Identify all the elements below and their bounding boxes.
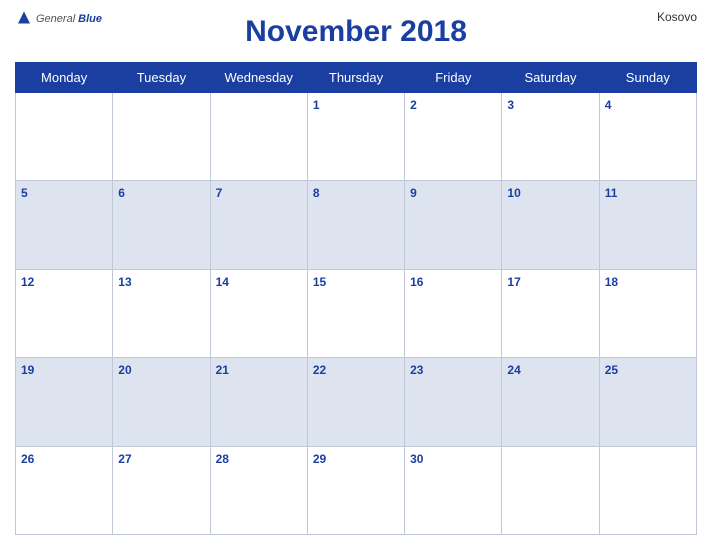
calendar-cell: 17	[502, 269, 599, 357]
logo-area: General Blue	[15, 10, 102, 28]
calendar-cell	[210, 93, 307, 181]
week-row-1: 1 2 3 4	[16, 93, 697, 181]
day-number: 1	[313, 98, 320, 112]
calendar-cell: 20	[113, 358, 210, 446]
week-row-2: 5 6 7 8 9 10 11	[16, 181, 697, 269]
logo-icon	[15, 10, 33, 28]
day-number: 5	[21, 186, 28, 200]
calendar-cell: 4	[599, 93, 696, 181]
calendar-header: General Blue November 2018 Kosovo	[15, 10, 697, 54]
calendar-cell: 5	[16, 181, 113, 269]
day-number: 24	[507, 363, 520, 377]
calendar-cell	[502, 446, 599, 534]
calendar-cell: 19	[16, 358, 113, 446]
calendar-cell: 13	[113, 269, 210, 357]
calendar-table: MondayTuesdayWednesdayThursdayFridaySatu…	[15, 62, 697, 535]
calendar-cell: 15	[307, 269, 404, 357]
weekday-header-friday: Friday	[405, 63, 502, 93]
week-row-4: 19 20 21 22 23 24 25	[16, 358, 697, 446]
day-number: 7	[216, 186, 223, 200]
calendar-cell: 24	[502, 358, 599, 446]
day-number: 17	[507, 275, 520, 289]
day-number: 20	[118, 363, 131, 377]
calendar-cell: 27	[113, 446, 210, 534]
day-number: 18	[605, 275, 618, 289]
calendar-cell	[113, 93, 210, 181]
day-number: 3	[507, 98, 514, 112]
calendar-wrapper: General Blue November 2018 Kosovo Monday…	[0, 0, 712, 550]
day-number: 22	[313, 363, 326, 377]
calendar-cell: 14	[210, 269, 307, 357]
day-number: 6	[118, 186, 125, 200]
calendar-cell: 23	[405, 358, 502, 446]
calendar-body: 1234567891011121314151617181920212223242…	[16, 93, 697, 535]
calendar-cell: 10	[502, 181, 599, 269]
weekday-header-saturday: Saturday	[502, 63, 599, 93]
day-number: 25	[605, 363, 618, 377]
day-number: 30	[410, 452, 423, 466]
logo-general-text: General	[36, 13, 75, 25]
calendar-cell: 11	[599, 181, 696, 269]
calendar-cell: 1	[307, 93, 404, 181]
week-row-5: 26 27 28 29 30	[16, 446, 697, 534]
day-number: 29	[313, 452, 326, 466]
weekday-header-wednesday: Wednesday	[210, 63, 307, 93]
calendar-cell: 8	[307, 181, 404, 269]
day-number: 16	[410, 275, 423, 289]
calendar-cell: 3	[502, 93, 599, 181]
day-number: 12	[21, 275, 34, 289]
calendar-cell: 21	[210, 358, 307, 446]
day-number: 9	[410, 186, 417, 200]
calendar-cell: 2	[405, 93, 502, 181]
day-number: 19	[21, 363, 34, 377]
calendar-cell: 6	[113, 181, 210, 269]
logo-blue-text: Blue	[78, 13, 102, 25]
calendar-cell: 26	[16, 446, 113, 534]
calendar-cell: 29	[307, 446, 404, 534]
day-number: 2	[410, 98, 417, 112]
calendar-cell	[599, 446, 696, 534]
day-number: 8	[313, 186, 320, 200]
weekday-header-sunday: Sunday	[599, 63, 696, 93]
week-row-3: 12 13 14 15 16 17 18	[16, 269, 697, 357]
day-number: 21	[216, 363, 229, 377]
day-number: 28	[216, 452, 229, 466]
day-number: 4	[605, 98, 612, 112]
calendar-cell: 30	[405, 446, 502, 534]
day-number: 15	[313, 275, 326, 289]
day-number: 11	[605, 186, 618, 200]
calendar-cell: 7	[210, 181, 307, 269]
day-number: 23	[410, 363, 423, 377]
calendar-cell: 12	[16, 269, 113, 357]
day-number: 13	[118, 275, 131, 289]
calendar-cell: 16	[405, 269, 502, 357]
country-label: Kosovo	[657, 10, 697, 24]
weekday-header-thursday: Thursday	[307, 63, 404, 93]
calendar-cell: 28	[210, 446, 307, 534]
day-number: 27	[118, 452, 131, 466]
calendar-cell: 18	[599, 269, 696, 357]
calendar-cell: 25	[599, 358, 696, 446]
calendar-cell	[16, 93, 113, 181]
calendar-title: November 2018	[245, 15, 467, 49]
calendar-cell: 9	[405, 181, 502, 269]
day-number: 26	[21, 452, 34, 466]
weekday-header-monday: Monday	[16, 63, 113, 93]
day-number: 10	[507, 186, 520, 200]
day-number: 14	[216, 275, 229, 289]
calendar-cell: 22	[307, 358, 404, 446]
weekday-header-row: MondayTuesdayWednesdayThursdayFridaySatu…	[16, 63, 697, 93]
weekday-header-tuesday: Tuesday	[113, 63, 210, 93]
